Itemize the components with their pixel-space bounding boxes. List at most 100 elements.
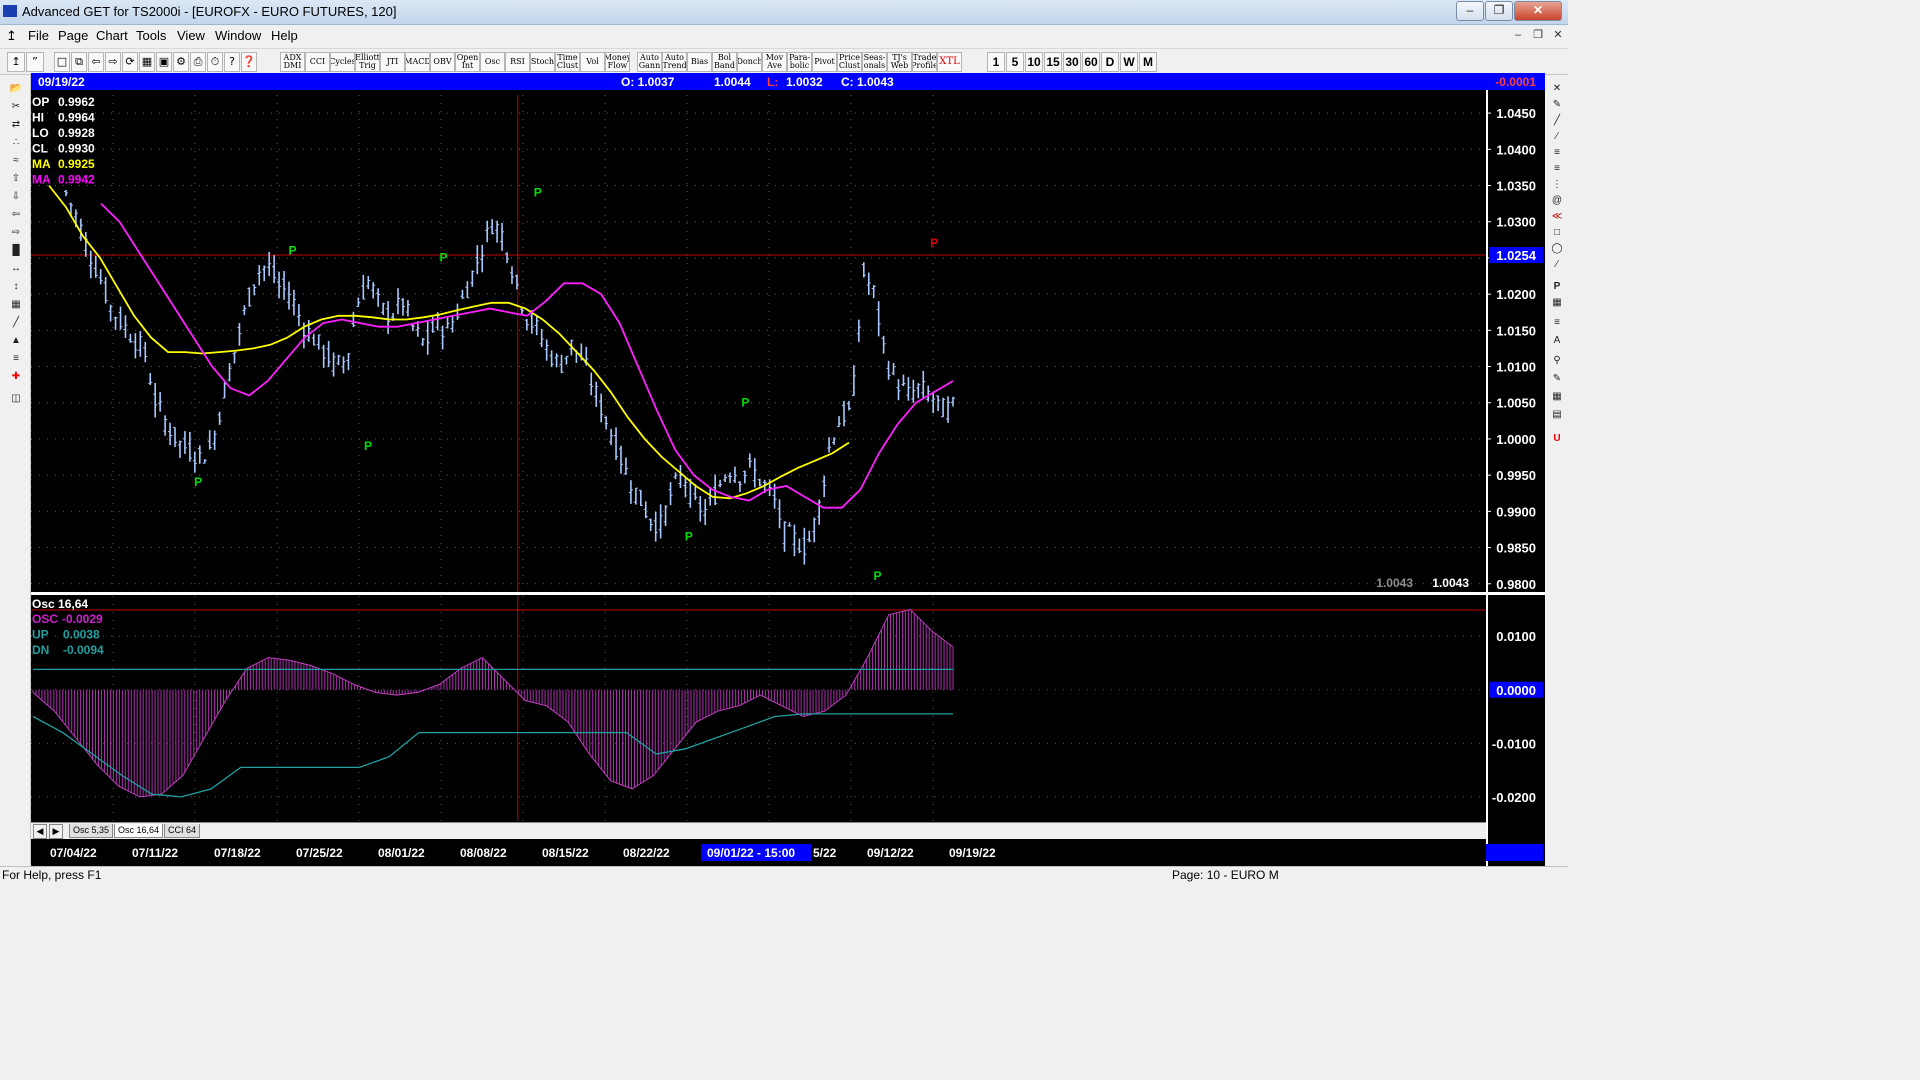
context-help-icon[interactable]: ❓ [241,52,257,72]
indicator-button[interactable]: Open Int [455,52,480,72]
box-icon[interactable]: □ [1548,225,1566,240]
menu-chart[interactable]: Chart [96,28,128,43]
arrow-right-icon[interactable]: ⇨ [5,224,27,241]
tab-osc-5-35[interactable]: Osc 5,35 [69,824,114,838]
interval-button[interactable]: 10 [1025,52,1043,72]
spiral-icon[interactable]: @ [1548,193,1566,208]
new-icon[interactable]: □ [54,52,70,72]
channel-icon[interactable]: ∕ [1548,129,1566,144]
indicator-button[interactable]: Donch [737,52,762,72]
elliott-icon[interactable]: ≈ [5,152,27,169]
tip-icon[interactable]: ⏱ [207,52,223,72]
pti-icon[interactable]: P [1548,279,1566,294]
indicator-button[interactable]: ADX DMI [280,52,305,72]
notes-icon[interactable]: ▤ [1548,407,1566,422]
indicator-button[interactable]: Time Clust [555,52,580,72]
text-icon[interactable]: A [1548,333,1566,348]
maximize-button[interactable]: ❐ [1485,1,1513,21]
arrow-up-icon[interactable]: ⇧ [5,170,27,187]
indicator-button[interactable]: Cycles [330,52,355,72]
chart-canvas[interactable]: 09/19/22 O: 1.0037 1.0044 L: 1.0032 C: 1… [31,73,1545,866]
back-icon[interactable]: ⇦ [88,52,104,72]
reset-icon[interactable]: ⇄ [5,116,27,133]
indicator-button[interactable]: Pivot [812,52,837,72]
mdi-minimize-icon[interactable]: – [1510,28,1526,43]
arrow-down-icon[interactable]: ⇩ [5,188,27,205]
indicator-button[interactable]: Trade Profile [912,52,937,72]
menu-file[interactable]: File [28,28,49,43]
interval-button[interactable]: 1 [987,52,1005,72]
indicator-button[interactable]: XTL [937,52,962,72]
indicator-button[interactable]: Money Flow [605,52,630,72]
measure-icon[interactable]: ∕ [1548,257,1566,272]
minimize-button[interactable]: – [1456,1,1484,21]
panel-divider[interactable] [31,592,1545,595]
pointer-icon[interactable]: ↥ [7,52,25,72]
interval-button[interactable]: 5 [1006,52,1024,72]
print-icon[interactable]: ⎙ [190,52,206,72]
indicator-button[interactable]: Stoch [530,52,555,72]
mob-icon[interactable]: ≡ [1548,315,1566,330]
indicator-button[interactable]: Elliott Trig [355,52,380,72]
close-button[interactable]: ✕ [1514,1,1562,21]
arrow-left-icon[interactable]: ⇦ [5,206,27,223]
indicator-button[interactable]: MACD [405,52,430,72]
setup-icon[interactable]: ⚙ [173,52,189,72]
menu-tools[interactable]: Tools [136,28,166,43]
menu-help[interactable]: Help [271,28,298,43]
tab-osc-16-64[interactable]: Osc 16,64 [114,824,164,838]
expand-horizontal-icon[interactable]: ↔ [5,260,27,277]
template-icon[interactable]: ▦ [1548,389,1566,404]
indicator-button[interactable]: Osc [480,52,505,72]
indicator-button[interactable]: Bol Band [712,52,737,72]
interval-button[interactable]: 30 [1063,52,1081,72]
indicator-button[interactable]: OBV [430,52,455,72]
tab-prev-icon[interactable]: ◀ [33,824,47,839]
undo-icon[interactable]: U [1548,431,1566,446]
mdi-restore-icon[interactable]: ❐ [1530,28,1546,43]
tab-next-icon[interactable]: ▶ [49,824,63,839]
interval-button[interactable]: D [1101,52,1119,72]
ellipse-icon[interactable]: ◯ [1548,241,1566,256]
question-icon[interactable]: ? [224,52,240,72]
indicator-button[interactable]: Bias [687,52,712,72]
quote-icon[interactable]: ” [26,52,44,72]
lines-icon[interactable]: ╱ [5,314,27,331]
expand-vertical-icon[interactable]: ↕ [5,278,27,295]
grid-icon[interactable]: ▦ [139,52,155,72]
fib-ext-icon[interactable]: ≡ [1548,161,1566,176]
fib-icon[interactable]: ≡ [5,350,27,367]
crosshair-icon[interactable]: ✚ [5,368,27,385]
indicator-button[interactable]: Mov Ave [762,52,787,72]
indicator-button[interactable]: Auto Gann [637,52,662,72]
close-study-icon[interactable]: ✕ [1548,81,1566,96]
open-icon[interactable]: 📂 [5,80,27,97]
indicator-button[interactable]: Price Clust [837,52,862,72]
pencil-icon[interactable]: ✎ [1548,97,1566,112]
fib-ret-icon[interactable]: ≡ [1548,145,1566,160]
trendline-icon[interactable]: ╱ [1548,113,1566,128]
zoom-icon[interactable]: ⚲ [1548,353,1566,368]
interval-button[interactable]: W [1120,52,1138,72]
indicator-button[interactable]: Seas- onals [862,52,887,72]
indicator-button[interactable]: CCI [305,52,330,72]
indicator-button[interactable]: JTI [380,52,405,72]
paint-icon[interactable]: ✎ [1548,371,1566,386]
bars-icon[interactable]: █ [5,242,27,259]
calendar-icon[interactable]: ▦ [1548,295,1566,310]
study-icon[interactable]: ∴ [5,134,27,151]
indicator-button[interactable]: Auto Trend [662,52,687,72]
refresh-icon[interactable]: ⟳ [122,52,138,72]
indicator-button[interactable]: RSI [505,52,530,72]
indicator-button[interactable]: TJ's Web [887,52,912,72]
layout-icon[interactable]: ▣ [156,52,172,72]
tab-cci-64[interactable]: CCI 64 [164,824,201,838]
indicator-button[interactable]: Vol [580,52,605,72]
gann-icon[interactable]: ▲ [5,332,27,349]
interval-button[interactable]: M [1139,52,1157,72]
save-icon[interactable]: ◫ [5,390,27,407]
grid-toggle-icon[interactable]: ▦ [5,296,27,313]
fan-icon[interactable]: ≪ [1548,209,1566,224]
chart-window[interactable]: 09/19/22 O: 1.0037 1.0044 L: 1.0032 C: 1… [31,73,1545,866]
interval-button[interactable]: 15 [1044,52,1062,72]
